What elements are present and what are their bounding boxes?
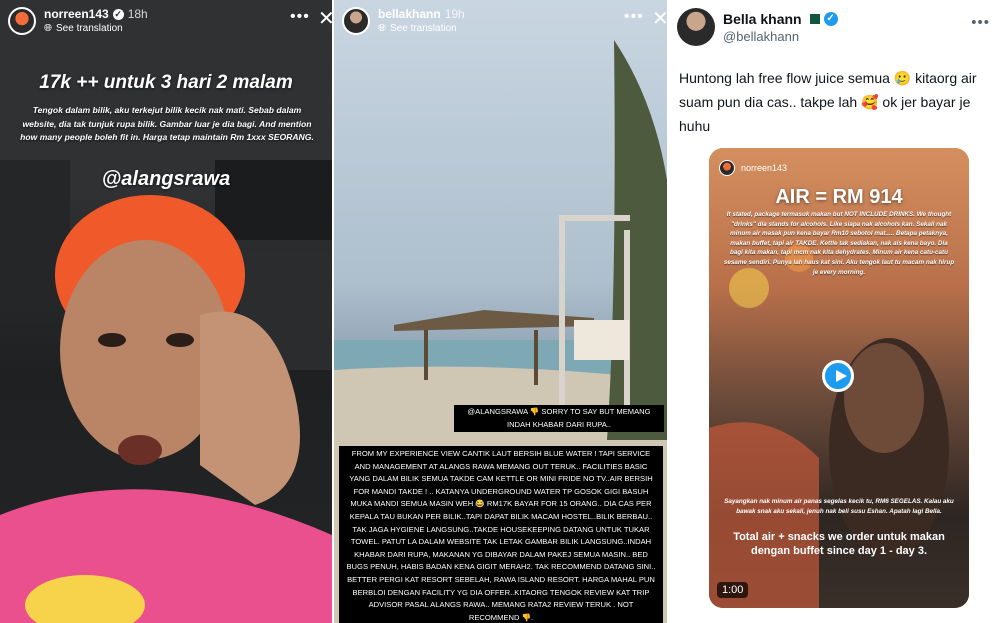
see-translation-label: See translation: [390, 23, 457, 34]
story-username[interactable]: bellakhann: [378, 7, 441, 21]
tweet-avatar[interactable]: [677, 8, 715, 46]
video-title: AIR = RM 914: [775, 186, 903, 208]
verified-icon: ✓: [823, 11, 838, 26]
video-avatar: [719, 160, 735, 176]
verified-icon: ✓: [112, 8, 124, 20]
see-translation-button[interactable]: 🌐︎ See translation: [44, 23, 148, 34]
story-header: bellakhann 19h 🌐︎ See translation: [342, 7, 465, 39]
collage: norreen143 ✓ 18h 🌐︎ See translation ••• …: [0, 0, 1000, 623]
tweet-panel: Bella khann ✓ @bellakhann ••• Huntong la…: [669, 0, 1000, 623]
see-translation-label: See translation: [56, 23, 123, 34]
tweet-header: Bella khann ✓ @bellakhann: [677, 8, 838, 46]
see-translation-button[interactable]: 🌐︎ See translation: [378, 23, 465, 34]
video-big-text: Total air + snacks we order untuk makan …: [733, 531, 945, 557]
story-body: Tengok dalam bilik, aku terkejut bilik k…: [20, 105, 314, 142]
video-body: It stated, package termasuk makan but NO…: [723, 211, 955, 276]
mention-sticker[interactable]: @alangsrawa: [0, 168, 332, 191]
story-username[interactable]: norreen143: [44, 7, 109, 21]
story-time: 18h: [127, 7, 148, 21]
more-options-icon[interactable]: •••: [290, 8, 310, 26]
story-panel-2: bellakhann 19h 🌐︎ See translation ••• ✕ …: [334, 0, 667, 623]
story-avatar[interactable]: [342, 7, 370, 35]
play-icon[interactable]: [822, 360, 854, 392]
more-options-icon[interactable]: •••: [971, 14, 990, 31]
video-story-header: norreen143: [719, 160, 787, 176]
video-lower-text: Sayangkan nak minum air panas segelas ke…: [724, 498, 954, 515]
more-options-icon[interactable]: •••: [624, 8, 644, 26]
story-panel-1: norreen143 ✓ 18h 🌐︎ See translation ••• …: [0, 0, 332, 623]
tweet-display-name[interactable]: Bella khann: [723, 11, 802, 27]
story-header: norreen143 ✓ 18h 🌐︎ See translation: [8, 7, 148, 39]
globe-icon: 🌐︎: [44, 23, 52, 34]
close-icon[interactable]: ✕: [318, 6, 332, 31]
globe-icon: 🌐︎: [378, 23, 386, 34]
caption-review: FROM MY EXPERIENCE VIEW CANTIK LAUT BERS…: [339, 446, 663, 623]
close-icon[interactable]: ✕: [652, 6, 667, 31]
story-avatar[interactable]: [8, 7, 36, 35]
pakistan-flag-icon: [805, 13, 820, 24]
person-photo: [0, 195, 332, 623]
tweet-handle[interactable]: @bellakhann: [723, 29, 838, 44]
story-time: 19h: [444, 7, 465, 21]
caption-top: @ALANGSRAWA 👎 SORRY TO SAY BUT MEMANG IN…: [454, 405, 664, 433]
tweet-text: Huntong lah free flow juice semua 🥲 kita…: [679, 70, 977, 134]
tweet-video[interactable]: norreen143 AIR = RM 914 It stated, packa…: [709, 148, 969, 608]
video-username: norreen143: [741, 163, 788, 173]
video-duration: 1:00: [717, 582, 749, 598]
story-title: 17k ++ untuk 3 hari 2 malam: [39, 72, 293, 93]
